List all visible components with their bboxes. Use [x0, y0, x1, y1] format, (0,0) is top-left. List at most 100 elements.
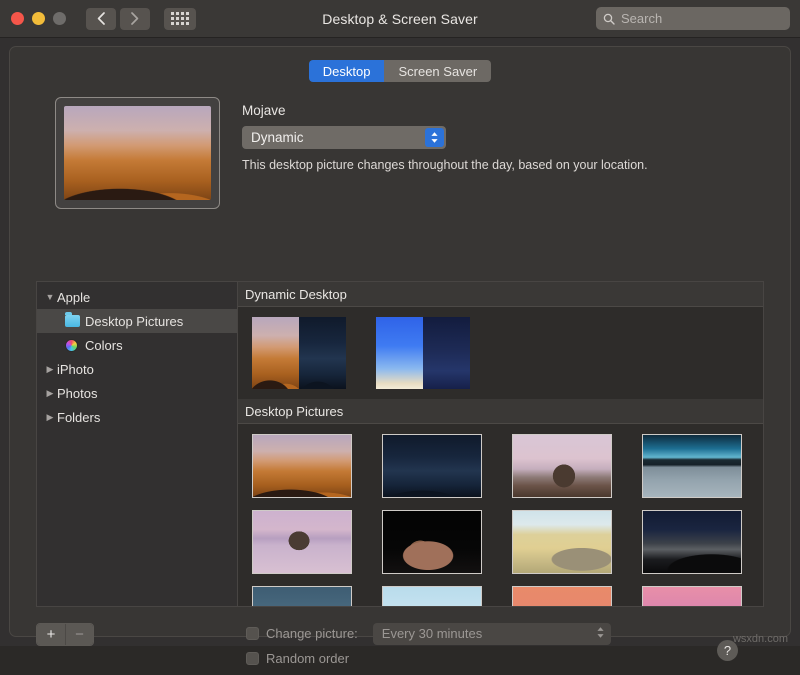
search-placeholder: Search — [621, 11, 662, 26]
tile-art — [253, 511, 351, 573]
sidebar-item-label: Desktop Pictures — [85, 314, 183, 329]
tile-art — [513, 587, 611, 606]
chevron-updown-icon — [425, 128, 444, 147]
wallpaper-tile-mojave-day[interactable] — [252, 434, 352, 498]
sidebar-item-label: iPhoto — [57, 362, 94, 377]
tile-art — [643, 511, 741, 573]
navigation-buttons — [86, 8, 150, 30]
wallpaper-mode-popup[interactable]: Dynamic — [242, 126, 446, 149]
color-wheel-icon — [65, 339, 85, 352]
chevron-right-icon — [131, 12, 139, 25]
sidebar-item-apple[interactable]: ▼ Apple — [37, 285, 237, 309]
tile-art — [643, 587, 741, 606]
change-picture-label: Change picture: — [266, 626, 358, 641]
wallpaper-tile-mojave[interactable] — [252, 317, 346, 389]
sidebar-item-folders[interactable]: ▶ Folders — [37, 405, 237, 429]
wallpaper-description: This desktop picture changes throughout … — [242, 158, 760, 172]
back-button[interactable] — [86, 8, 116, 30]
tab-desktop[interactable]: Desktop — [309, 60, 385, 82]
section-body-dynamic-desktop — [238, 307, 763, 399]
zoom-button[interactable] — [53, 12, 66, 25]
traffic-lights — [11, 12, 66, 25]
tile-art-left — [376, 317, 423, 389]
remove-folder-button[interactable]: − — [65, 624, 93, 645]
add-remove-group: + − — [36, 623, 94, 646]
tile-art — [513, 511, 611, 573]
wallpaper-tile-dark-dune[interactable] — [642, 510, 742, 574]
tile-art — [253, 435, 351, 497]
tile-art — [253, 587, 351, 606]
wallpaper-tile-orange-sunset[interactable] — [512, 586, 612, 606]
random-order-row: Random order — [246, 646, 611, 671]
forward-button[interactable] — [120, 8, 150, 30]
preview-row: Mojave Dynamic This desktop picture chan… — [55, 97, 760, 209]
sidebar-item-label: Colors — [85, 338, 123, 353]
sidebar-item-label: Folders — [57, 410, 100, 425]
wallpaper-meta: Mojave Dynamic This desktop picture chan… — [242, 97, 760, 209]
sidebar-item-label: Photos — [57, 386, 97, 401]
wallpaper-tile-desert-rock[interactable] — [512, 434, 612, 498]
wallpaper-grid[interactable]: Dynamic Desktop Desktop Pictures — [238, 282, 763, 606]
sidebar-item-desktop-pictures[interactable]: Desktop Pictures — [37, 309, 237, 333]
close-button[interactable] — [11, 12, 24, 25]
preview-art — [64, 106, 211, 200]
wallpaper-tile-pink-sunset[interactable] — [642, 586, 742, 606]
random-order-checkbox[interactable] — [246, 652, 259, 665]
current-wallpaper-preview[interactable] — [55, 97, 220, 209]
change-interval-value: Every 30 minutes — [382, 626, 482, 641]
source-sidebar: ▼ Apple Desktop Pictures Colors ▶ iPhoto — [37, 282, 238, 606]
rotation-options: Change picture: Every 30 minutes Rand — [246, 621, 611, 671]
tile-art — [643, 435, 741, 497]
disclosure-right-icon[interactable]: ▶ — [43, 364, 57, 375]
wallpaper-tile-pale-dunes[interactable] — [512, 510, 612, 574]
tile-art-left — [252, 317, 299, 389]
section-header-dynamic-desktop: Dynamic Desktop — [238, 282, 763, 307]
sidebar-item-photos[interactable]: ▶ Photos — [37, 381, 237, 405]
wallpaper-name: Mojave — [242, 103, 760, 118]
disclosure-right-icon[interactable]: ▶ — [43, 412, 57, 423]
wallpaper-tile-pink-lake[interactable] — [252, 510, 352, 574]
random-order-label: Random order — [266, 651, 349, 666]
minimize-button[interactable] — [32, 12, 45, 25]
sidebar-item-colors[interactable]: Colors — [37, 333, 237, 357]
tile-art — [513, 435, 611, 497]
preview-image — [64, 106, 211, 200]
sidebar-item-iphoto[interactable]: ▶ iPhoto — [37, 357, 237, 381]
wallpaper-browser: ▼ Apple Desktop Pictures Colors ▶ iPhoto — [36, 281, 764, 607]
tab-bar: Desktop Screen Saver — [10, 60, 790, 82]
change-picture-checkbox[interactable] — [246, 627, 259, 640]
chevron-updown-icon — [596, 626, 605, 639]
section-header-desktop-pictures: Desktop Pictures — [238, 399, 763, 424]
window-titlebar: Desktop & Screen Saver Search — [0, 0, 800, 38]
tab-screen-saver[interactable]: Screen Saver — [384, 60, 491, 82]
wallpaper-tile-tufa-spires[interactable] — [382, 510, 482, 574]
watermark: wsxdn.com — [733, 633, 788, 645]
tile-art — [383, 435, 481, 497]
tile-art-right — [423, 317, 470, 389]
bottom-controls: + − Change picture: Every 30 minutes — [36, 615, 764, 675]
wallpaper-tile-solar-gradients[interactable] — [376, 317, 470, 389]
disclosure-right-icon[interactable]: ▶ — [43, 388, 57, 399]
search-field[interactable]: Search — [596, 7, 790, 30]
chevron-left-icon — [97, 12, 105, 25]
section-body-desktop-pictures — [238, 424, 763, 606]
wallpaper-tile-blue-water[interactable] — [252, 586, 352, 606]
wallpaper-tile-sky-mountain[interactable] — [382, 586, 482, 606]
add-folder-button[interactable]: + — [37, 624, 65, 645]
tile-art-right — [299, 317, 346, 389]
content-panel: Desktop Screen Saver Mojave Dynamic — [9, 46, 791, 637]
change-picture-row: Change picture: Every 30 minutes — [246, 621, 611, 646]
wallpaper-tile-salt-flat[interactable] — [642, 434, 742, 498]
wallpaper-mode-value: Dynamic — [251, 130, 304, 145]
show-all-button[interactable] — [164, 8, 196, 30]
sidebar-item-label: Apple — [57, 290, 90, 305]
grid-icon — [171, 12, 189, 25]
wallpaper-tile-mojave-night[interactable] — [382, 434, 482, 498]
disclosure-down-icon[interactable]: ▼ — [43, 292, 57, 302]
tile-art — [383, 587, 481, 606]
preferences-window: Desktop & Screen Saver Search Desktop Sc… — [0, 0, 800, 646]
folder-icon — [65, 315, 85, 327]
tile-art — [383, 511, 481, 573]
change-interval-popup[interactable]: Every 30 minutes — [373, 623, 611, 645]
search-icon — [603, 13, 615, 25]
